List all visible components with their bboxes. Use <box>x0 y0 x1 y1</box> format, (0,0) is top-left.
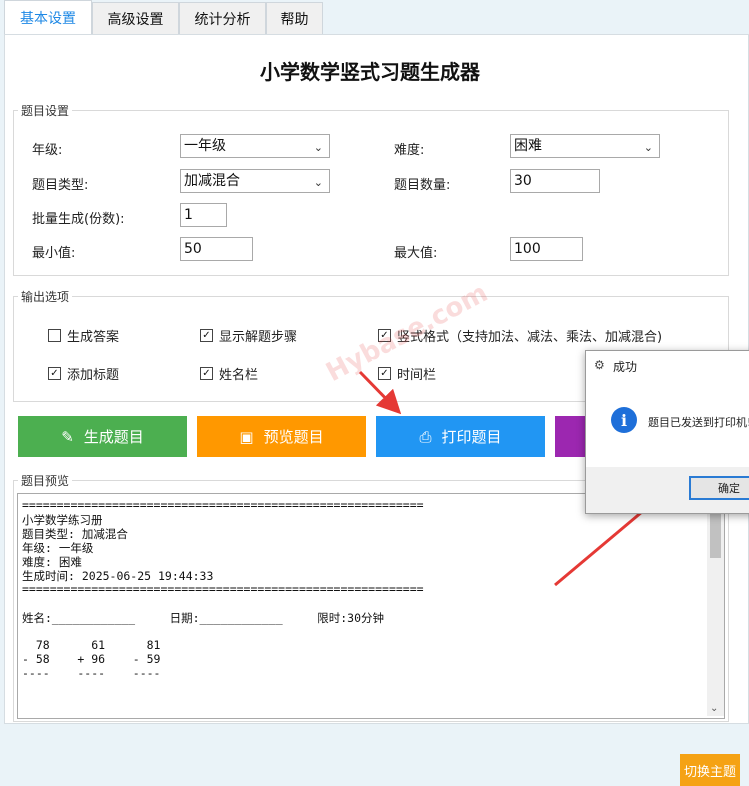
dialog-title: 成功 <box>613 360 638 374</box>
dialog-message: 题目已发送到打印机! <box>648 416 749 429</box>
app-icon: ⚙ <box>594 358 605 372</box>
arrow-to-print-button <box>358 370 402 415</box>
switch-theme-button[interactable]: 切换主题 <box>680 754 740 786</box>
dialog-footer: 确定 <box>586 467 749 513</box>
dialog-titlebar: ⚙ 成功 <box>586 351 749 379</box>
info-icon: i <box>611 407 637 433</box>
success-dialog: ⚙ 成功 i 题目已发送到打印机! 确定 <box>585 350 749 514</box>
ok-button[interactable]: 确定 <box>689 476 749 500</box>
